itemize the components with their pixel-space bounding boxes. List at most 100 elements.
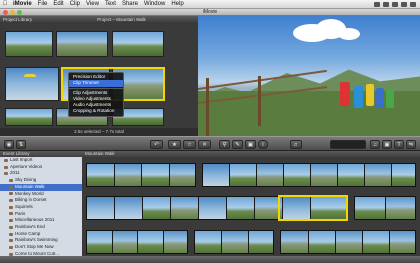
eyedropper-icon[interactable]: ✎ — [232, 140, 243, 149]
keyword-icon[interactable]: ⚲ — [219, 140, 230, 149]
event-item-paris[interactable]: Paris — [0, 211, 82, 218]
event-icon — [9, 199, 13, 203]
favorite-star-icon[interactable]: ★ — [168, 140, 181, 149]
volume-icon[interactable] — [383, 1, 389, 7]
transitions-browser-icon[interactable]: ⇋ — [406, 140, 416, 149]
project-clip[interactable] — [112, 31, 164, 57]
menu-text[interactable]: Text — [102, 0, 119, 9]
menu-app[interactable]: iMovie — [10, 0, 35, 9]
event-item-biking-in-dorset[interactable]: Biking in Dorset — [0, 197, 82, 204]
titles-browser-icon[interactable]: T — [394, 140, 404, 149]
event-item-squirrels[interactable]: Squirrels — [0, 204, 82, 211]
event-selection-highlight[interactable] — [278, 195, 348, 221]
project-clip[interactable] — [5, 67, 59, 101]
event-icon — [9, 192, 13, 196]
event-library: Event Library Last Import Aperture Video… — [0, 151, 82, 263]
event-label: Miscellaneous 2011 — [15, 217, 55, 223]
menu-file[interactable]: File — [35, 0, 51, 9]
swap-panes-icon[interactable]: ⇅ — [16, 140, 26, 149]
event-label: Monkey World — [15, 190, 44, 196]
event-label: Mountain Walk — [15, 183, 45, 189]
event-icon — [9, 232, 13, 236]
window-title: iMovie — [202, 9, 218, 15]
audio-meter-icon[interactable]: ♬ — [290, 140, 302, 149]
event-item-2011[interactable]: 2011 — [0, 170, 82, 177]
menu-separator — [69, 87, 123, 89]
event-label: 2011 — [10, 170, 20, 176]
event-label: Biking in Dorset — [15, 197, 47, 203]
event-icon — [9, 239, 13, 243]
crop-icon[interactable]: ▣ — [245, 140, 256, 149]
spotlight-icon[interactable] — [410, 1, 416, 7]
event-icon — [9, 245, 13, 249]
event-browser: Mountain Walk — [82, 151, 420, 263]
inspector-icon[interactable]: i — [258, 140, 268, 149]
imovie-window:  iMovie File Edit Clip View Text Share … — [0, 0, 420, 263]
event-icon — [9, 185, 13, 189]
event-item-last-import[interactable]: Last Import — [0, 157, 82, 164]
event-item-mountain-walk[interactable]: Mountain Walk — [0, 183, 82, 191]
event-label: Sky Diving — [15, 177, 37, 183]
event-browser-header: Mountain Walk — [82, 151, 420, 157]
event-item-rainbows-swimming[interactable]: Rainbow's Swimming — [0, 237, 82, 244]
unmark-icon[interactable]: ☆ — [183, 140, 196, 149]
undo-icon[interactable]: ↶ — [150, 140, 163, 149]
event-label: Rainbow's End — [15, 224, 45, 230]
viewer-fence-post — [258, 76, 261, 126]
video-viewer[interactable] — [198, 16, 420, 136]
project-clip[interactable] — [56, 31, 108, 57]
event-item-miscellaneous-2011[interactable]: Miscellaneous 2011 — [0, 217, 82, 224]
event-icon — [4, 165, 8, 169]
event-item-horse-camp[interactable]: Horse Camp — [0, 231, 82, 238]
viewer-cloud — [338, 28, 360, 40]
apple-menu-icon[interactable]:  — [0, 1, 10, 7]
viewer-hiker — [340, 82, 350, 106]
menu-share[interactable]: Share — [119, 0, 141, 9]
menu-item-cropping-rotation[interactable]: Cropping & Rotation — [69, 108, 123, 114]
event-icon — [4, 158, 8, 162]
project-status-text: 2.5s selected – 7.7s total — [0, 128, 198, 136]
event-item-dont-stop-me-now[interactable]: Don't Stop Me Now — [0, 244, 82, 251]
event-label: Squirrels — [15, 203, 33, 209]
zoom-slider[interactable] — [330, 140, 366, 149]
menu-clip[interactable]: Clip — [67, 0, 83, 9]
project-library-button[interactable]: Project Library — [3, 17, 48, 22]
event-clip-filmstrip[interactable] — [194, 230, 274, 254]
camera-import-icon[interactable]: ◉ — [4, 140, 14, 149]
bottom-status-bar — [0, 256, 420, 263]
project-clip[interactable] — [5, 31, 53, 57]
event-clip-filmstrip[interactable] — [86, 230, 188, 254]
status-icons — [374, 1, 420, 7]
event-clip-filmstrip[interactable] — [202, 163, 416, 187]
menu-view[interactable]: View — [83, 0, 102, 9]
project-clip[interactable] — [5, 108, 53, 126]
event-label: Horse Camp — [15, 230, 41, 236]
event-item-aperture-videos[interactable]: Aperture Videos — [0, 164, 82, 171]
clock-icon[interactable] — [401, 1, 407, 7]
event-label: Aperture Videos — [10, 163, 43, 169]
event-clip-filmstrip[interactable] — [354, 196, 416, 220]
event-clip-filmstrip[interactable] — [280, 230, 416, 254]
window-titlebar[interactable]: iMovie — [0, 9, 420, 16]
menu-help[interactable]: Help — [168, 0, 186, 9]
event-item-monkey-world[interactable]: Monkey World — [0, 191, 82, 198]
menu-item-clip-trimmer[interactable]: Clip Trimmer — [69, 80, 123, 87]
wifi-icon[interactable] — [374, 1, 380, 7]
viewer-fence-post — [206, 78, 209, 136]
event-item-sky-diving[interactable]: Sky Diving — [0, 177, 82, 184]
viewer-hiker — [386, 90, 394, 108]
menu-window[interactable]: Window — [141, 0, 168, 9]
photo-browser-icon[interactable]: ▣ — [382, 140, 392, 149]
event-clip-filmstrip[interactable] — [86, 163, 196, 187]
event-item-rainbows-end[interactable]: Rainbow's End — [0, 224, 82, 231]
event-label: Last Import — [10, 157, 33, 162]
project-header: Project Library Project – Mountain Walk — [0, 16, 198, 22]
event-icon — [9, 178, 13, 182]
project-title: Project – Mountain Walk — [97, 16, 146, 22]
reject-icon[interactable]: ✕ — [198, 140, 211, 149]
clip-context-menu: Precision Editor Clip Trimmer Clip Adjus… — [68, 72, 124, 117]
menu-edit[interactable]: Edit — [50, 0, 66, 9]
music-browser-icon[interactable]: ♫ — [370, 140, 380, 149]
battery-icon[interactable] — [392, 1, 398, 7]
viewer-hiker — [376, 88, 384, 108]
